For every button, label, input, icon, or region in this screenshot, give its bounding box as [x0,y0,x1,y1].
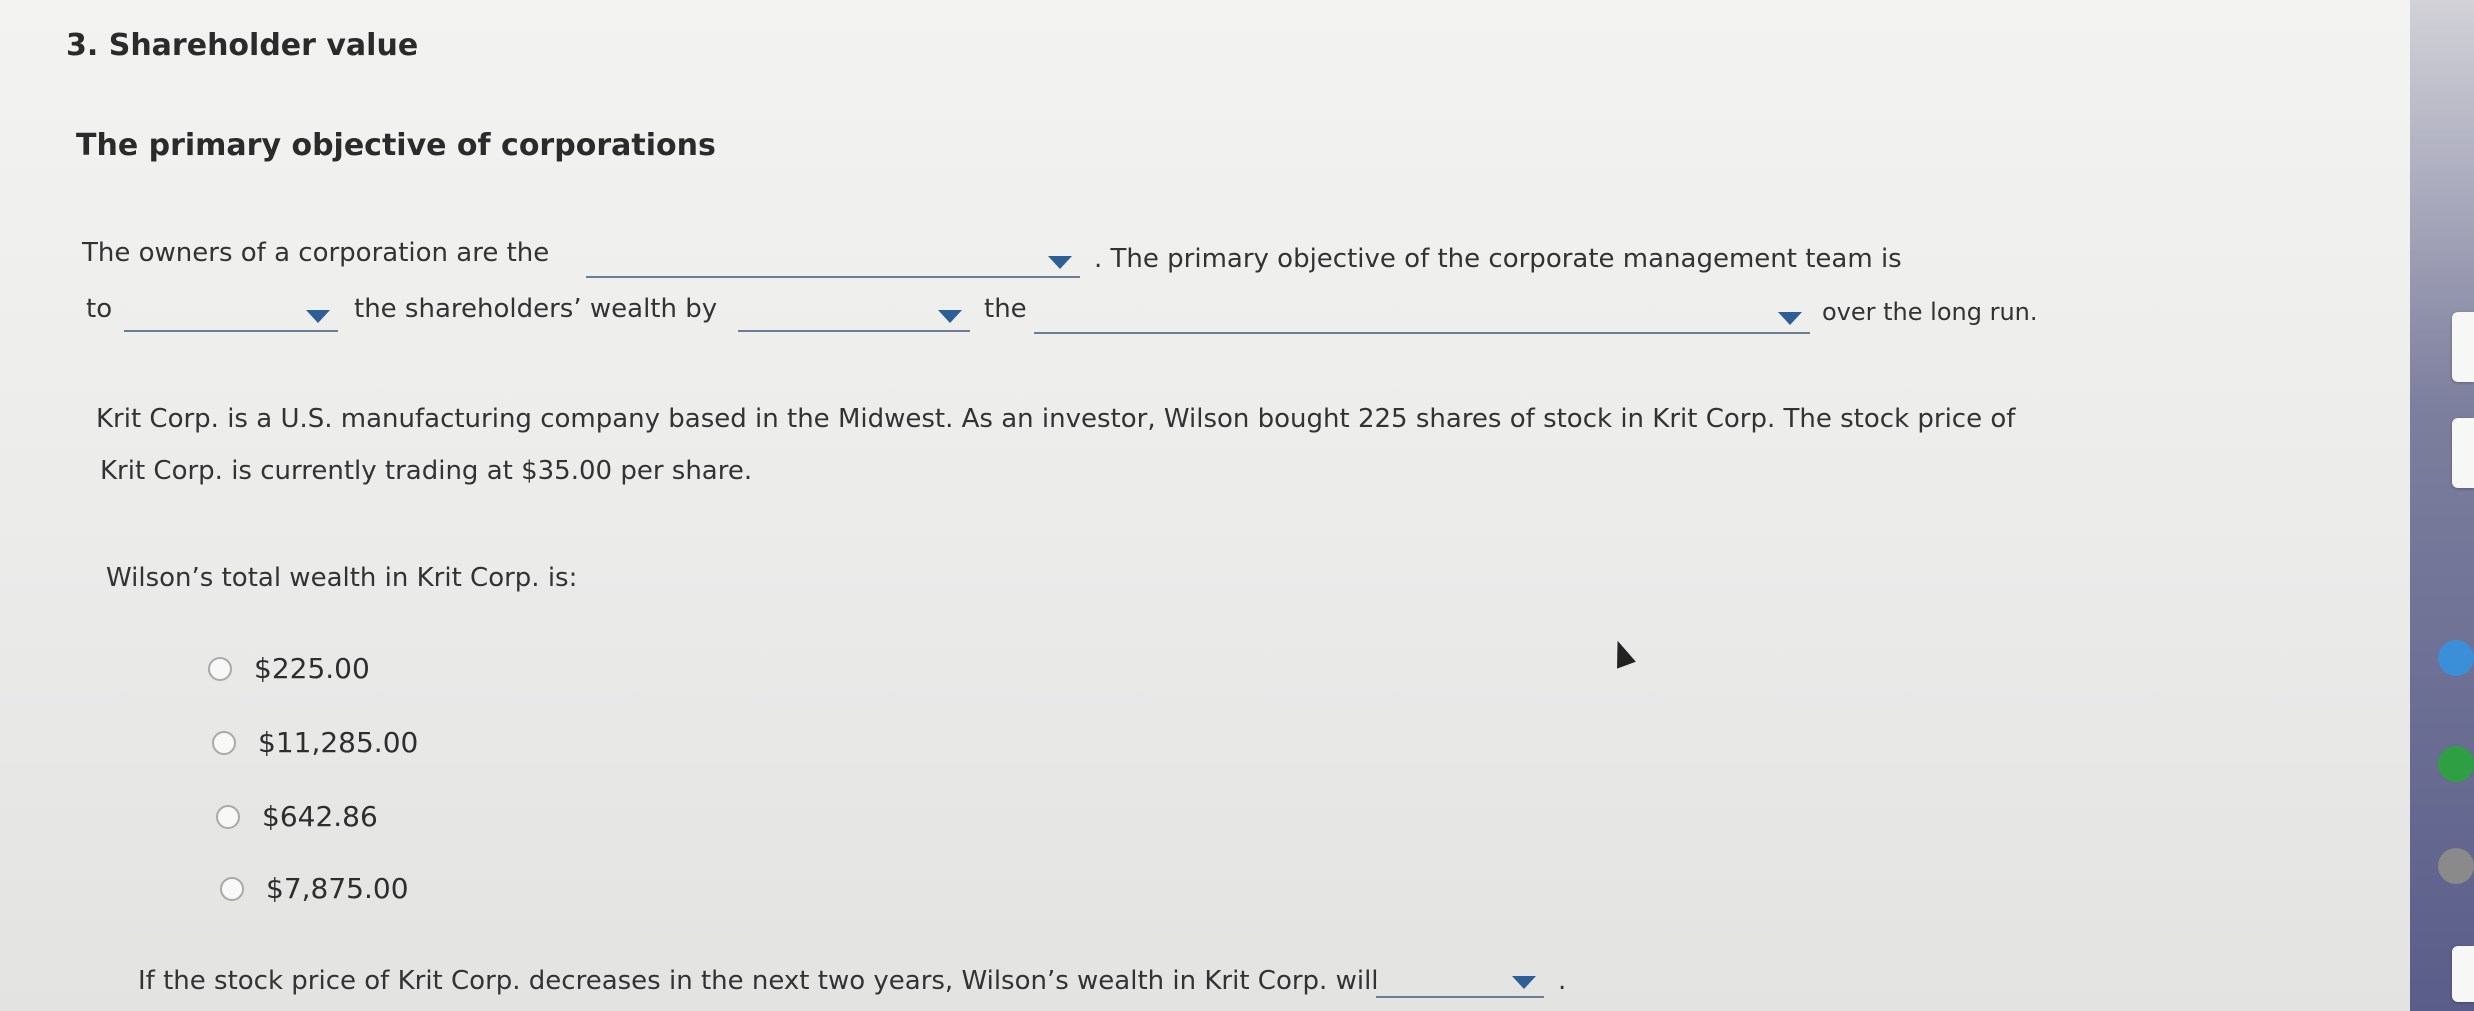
method-dropdown[interactable] [738,300,970,332]
question-page: 3. Shareholder value The primary objecti… [0,0,2410,1011]
option-label: $225.00 [254,652,370,685]
fill-in-line1-end: . The primary objective of the corporate… [1094,244,1902,274]
scenario-line1: Krit Corp. is a U.S. manufacturing compa… [96,404,2016,434]
radio-button[interactable] [220,876,244,901]
fill-in-line2-to: to [86,294,113,324]
followup-text: If the stock price of Krit Corp. decreas… [138,966,1379,996]
option-row[interactable]: $225.00 [208,652,370,685]
option-label: $7,875.00 [266,872,409,905]
option-row[interactable]: $11,285.00 [212,726,418,759]
owners-dropdown[interactable] [586,246,1080,278]
objective-verb-dropdown[interactable] [124,300,338,332]
rail-tab[interactable] [2452,418,2474,488]
reader-app-icon[interactable] [2438,848,2474,884]
radio-button[interactable] [208,656,232,681]
fill-in-line2-mid: the shareholders’ wealth by [354,294,718,324]
fill-in-line2-end: over the long run. [1822,298,2038,326]
option-label: $642.86 [262,800,378,833]
chevron-down-icon [1512,976,1536,989]
section-title: The primary objective of corporations [76,128,716,163]
radio-button[interactable] [212,730,236,755]
drive-app-icon[interactable] [2438,746,2474,782]
followup-end: . [1558,966,1567,996]
chevron-down-icon [1048,256,1072,269]
fill-in-line1-start: The owners of a corporation are the [82,238,550,268]
wealth-change-dropdown[interactable] [1376,966,1544,998]
option-row[interactable]: $642.86 [216,800,378,833]
rail-tab[interactable] [2452,946,2474,1002]
cloud-app-icon[interactable] [2438,640,2474,676]
radio-button[interactable] [216,804,240,829]
option-label: $11,285.00 [258,726,419,759]
chevron-down-icon [306,310,330,323]
wealth-question-prompt: Wilson’s total wealth in Krit Corp. is: [106,563,578,593]
option-row[interactable]: $7,875.00 [220,872,409,905]
target-dropdown[interactable] [1034,302,1810,334]
question-title: 3. Shareholder value [66,28,419,63]
scenario-line2: Krit Corp. is currently trading at $35.0… [100,456,753,486]
rail-tab[interactable] [2452,312,2474,382]
mouse-pointer-icon [1608,637,1636,669]
chevron-down-icon [938,310,962,323]
fill-in-line2-the: the [984,294,1027,324]
chevron-down-icon [1778,312,1802,325]
